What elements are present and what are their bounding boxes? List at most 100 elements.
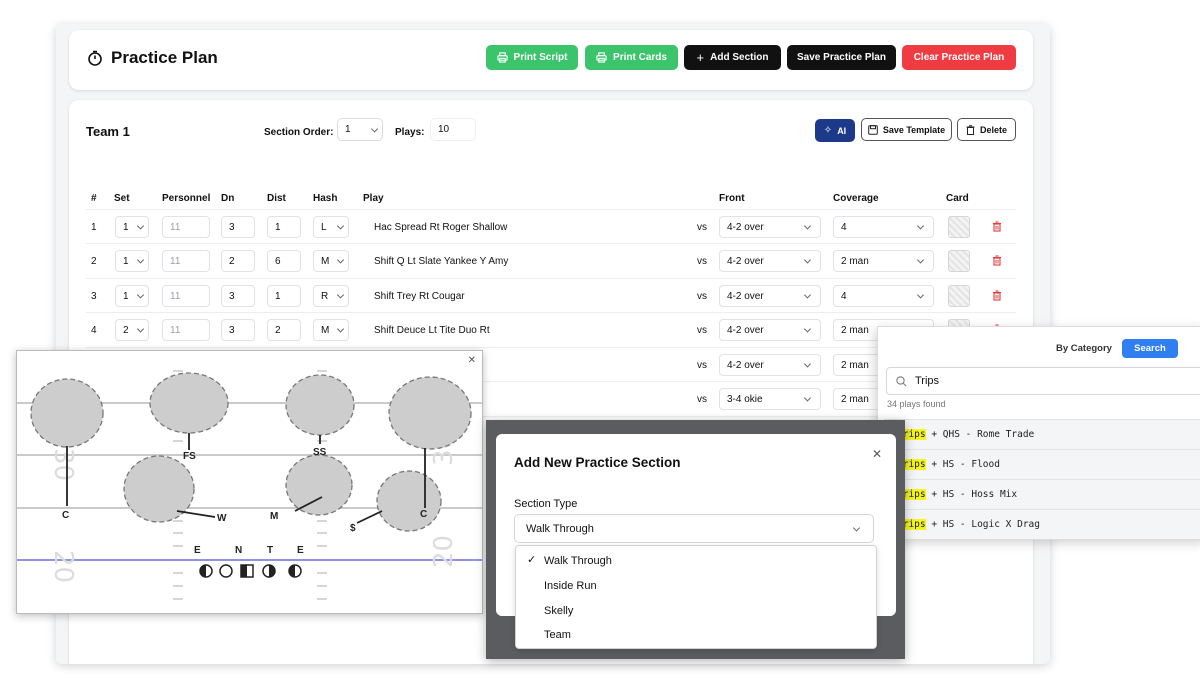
delete-section-button[interactable]: Delete — [957, 118, 1016, 141]
plays-input[interactable]: 10 — [430, 118, 476, 141]
front-select[interactable]: 3-4 okie — [719, 388, 821, 410]
distance-input[interactable]: 2 — [267, 319, 301, 341]
trash-icon[interactable] — [992, 290, 1002, 301]
trash-icon[interactable] — [992, 221, 1002, 232]
print-script-button[interactable]: Print Script — [486, 45, 578, 70]
ai-button[interactable]: ✧ AI — [815, 119, 855, 142]
set-select[interactable]: 1 — [115, 285, 149, 307]
col-header-front: Front — [719, 193, 745, 204]
col-header-play: Play — [363, 193, 384, 204]
hash-select[interactable]: R — [313, 285, 349, 307]
set-value: 1 — [123, 255, 129, 267]
tab-by-category[interactable]: By Category — [1056, 343, 1112, 354]
front-select[interactable]: 4-2 over — [719, 354, 821, 376]
personnel-value: 11 — [170, 324, 181, 336]
section-order-select[interactable]: 1 — [337, 118, 383, 141]
set-select[interactable]: 1 — [115, 250, 149, 272]
personnel-input[interactable]: 11 — [162, 319, 210, 341]
print-cards-button[interactable]: Print Cards — [585, 45, 678, 70]
delete-label: Delete — [979, 124, 1007, 135]
chevron-down-icon — [336, 222, 345, 230]
card-thumbnail[interactable] — [948, 250, 970, 272]
defender-label-ss: SS — [313, 447, 327, 458]
coverage-select[interactable]: 4 — [833, 216, 934, 238]
clear-plan-label: Clear Practice Plan — [913, 52, 1005, 63]
close-icon[interactable]: ✕ — [872, 447, 882, 461]
save-practice-plan-button[interactable]: Save Practice Plan — [787, 45, 896, 70]
option-team[interactable]: Team — [544, 629, 571, 641]
vs-label: vs — [697, 394, 707, 405]
add-section-button[interactable]: + Add Section — [684, 45, 781, 70]
front-select[interactable]: 4-2 over — [719, 285, 821, 307]
play-name[interactable]: Shift Q Lt Slate Yankee Y Amy — [374, 256, 508, 267]
hash-value: R — [321, 290, 329, 302]
personnel-input[interactable]: 11 — [162, 216, 210, 238]
front-value: 4-2 over — [727, 324, 764, 336]
down-value: 3 — [229, 221, 235, 233]
set-select[interactable]: 2 — [115, 319, 149, 341]
play-name[interactable]: Shift Deuce Lt Tite Duo Rt — [374, 325, 490, 336]
coverage-zone — [376, 470, 442, 532]
chevron-down-icon — [803, 394, 812, 402]
play-name[interactable]: Shift Trey Rt Cougar — [374, 291, 465, 302]
set-value: 1 — [123, 290, 129, 302]
distance-input[interactable]: 1 — [267, 216, 301, 238]
section-type-dropdown: ✓ Walk Through Inside Run Skelly Team — [515, 545, 877, 649]
close-icon[interactable]: ✕ — [468, 355, 476, 366]
down-input[interactable]: 3 — [221, 285, 255, 307]
check-icon: ✓ — [527, 554, 537, 566]
chevron-down-icon — [136, 222, 145, 230]
option-walk-through[interactable]: Walk Through — [544, 555, 612, 567]
section-type-select[interactable]: Walk Through — [514, 514, 874, 543]
page-title: Practice Plan — [111, 48, 218, 67]
coverage-select[interactable]: 2 man — [833, 250, 934, 272]
hash-select[interactable]: L — [313, 216, 349, 238]
search-result-item[interactable]: Trips + HS - Flood — [884, 449, 1200, 479]
section-type-value: Walk Through — [526, 522, 594, 535]
trash-icon[interactable] — [992, 255, 1002, 266]
vs-label: vs — [697, 291, 707, 302]
option-skelly[interactable]: Skelly — [544, 605, 573, 617]
tab-search[interactable]: Search — [1122, 339, 1178, 358]
front-select[interactable]: 4-2 over — [719, 250, 821, 272]
front-select[interactable]: 4-2 over — [719, 216, 821, 238]
add-section-label: Add Section — [710, 52, 769, 63]
hash-select[interactable]: M — [313, 250, 349, 272]
defender-label-c-right: C — [420, 509, 427, 520]
hash-select[interactable]: M — [313, 319, 349, 341]
set-select[interactable]: 1 — [115, 216, 149, 238]
print-script-label: Print Script — [513, 52, 568, 63]
down-input[interactable]: 3 — [221, 319, 255, 341]
front-select[interactable]: 4-2 over — [719, 319, 821, 341]
personnel-input[interactable]: 11 — [162, 285, 210, 307]
play-name[interactable]: Hac Spread Rt Roger Shallow — [374, 222, 507, 233]
down-input[interactable]: 3 — [221, 216, 255, 238]
team-name: Team 1 — [86, 124, 130, 139]
coverage-value: 4 — [841, 221, 847, 233]
coverage-select[interactable]: 4 — [833, 285, 934, 307]
save-template-button[interactable]: Save Template — [861, 118, 952, 141]
search-input[interactable]: Trips — [886, 367, 1200, 395]
search-result-item[interactable]: Trips + QHS - Rome Trade — [884, 419, 1200, 449]
card-thumbnail[interactable] — [948, 216, 970, 238]
distance-input[interactable]: 6 — [267, 250, 301, 272]
card-thumbnail[interactable] — [948, 285, 970, 307]
hash-value: L — [321, 221, 327, 233]
distance-input[interactable]: 1 — [267, 285, 301, 307]
chevron-down-icon — [803, 325, 812, 333]
front-letter-e: E — [194, 545, 201, 556]
personnel-value: 11 — [170, 221, 181, 233]
down-input[interactable]: 2 — [221, 250, 255, 272]
col-header-hash: Hash — [313, 193, 338, 204]
plays-label: Plays: — [395, 127, 425, 138]
search-result-item[interactable]: Trips + HS - Hoss Mix — [884, 479, 1200, 509]
row-number: 3 — [91, 291, 97, 302]
yard-number-left-top: 30 — [48, 448, 78, 481]
personnel-input[interactable]: 11 — [162, 250, 210, 272]
clear-practice-plan-button[interactable]: Clear Practice Plan — [902, 45, 1016, 70]
vs-label: vs — [697, 256, 707, 267]
option-inside-run[interactable]: Inside Run — [544, 580, 597, 592]
col-header-card: Card — [946, 193, 969, 204]
search-result-item[interactable]: Trips + HS - Logic X Drag — [884, 509, 1200, 539]
distance-value: 2 — [275, 324, 281, 336]
